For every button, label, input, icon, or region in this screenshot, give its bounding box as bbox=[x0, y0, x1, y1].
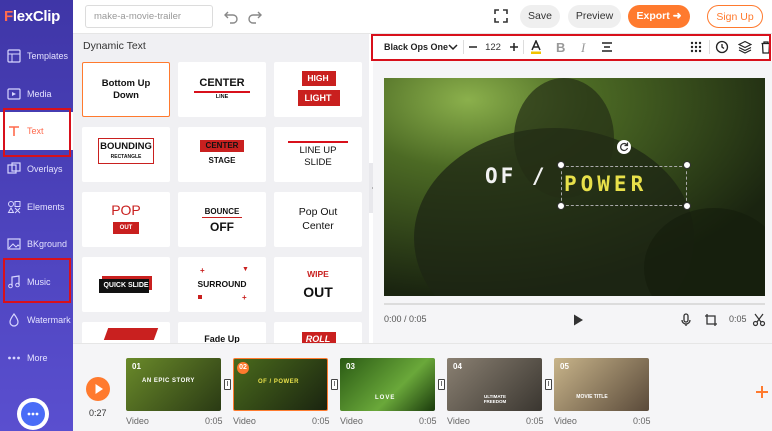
sidebar-item-label: Overlays bbox=[27, 164, 63, 174]
clip-duration-label: 0:05 bbox=[633, 416, 651, 426]
clip-duration-label: 0:05 bbox=[205, 416, 223, 426]
resize-handle[interactable] bbox=[683, 202, 691, 210]
sidebar-item-templates[interactable]: Templates bbox=[0, 37, 73, 75]
clip-type-label: Video bbox=[447, 416, 470, 426]
timeline-clip-1[interactable]: 01 AN EPIC STORY bbox=[126, 358, 221, 411]
clip-type-label: Video bbox=[554, 416, 577, 426]
more-icon bbox=[8, 356, 20, 360]
top-bar: make-a-movie-trailer Save Preview Export… bbox=[73, 0, 772, 34]
project-name-input[interactable]: make-a-movie-trailer bbox=[85, 5, 213, 28]
highlight-box-text bbox=[3, 108, 71, 157]
overlays-icon bbox=[7, 162, 21, 174]
background-icon bbox=[7, 238, 21, 250]
clip-duration-label: 0:05 bbox=[419, 416, 437, 426]
arrow-right-icon: ➜ bbox=[672, 10, 682, 22]
time-readout: 0:00 / 0:05 bbox=[384, 314, 427, 324]
text-template-bounce-off[interactable]: BOUNCE OFF bbox=[178, 192, 266, 247]
timeline-clip-3[interactable]: 03 LOVE bbox=[340, 358, 435, 411]
elements-icon bbox=[7, 201, 21, 214]
play-icon bbox=[95, 384, 103, 394]
resize-handle[interactable] bbox=[683, 161, 691, 169]
title-text-left[interactable]: OF / bbox=[485, 164, 548, 188]
text-template-surround[interactable]: + ▼ SURROUND + bbox=[178, 257, 266, 312]
text-template-quick-slide[interactable]: QUICK SLIDE bbox=[82, 257, 170, 312]
text-template-bottom-up-down[interactable]: Bottom Up Down bbox=[82, 62, 170, 117]
clip-type-label: Video bbox=[126, 416, 149, 426]
transition-marker[interactable]: I bbox=[331, 379, 338, 390]
text-template-wipe-out[interactable]: WIPE OUT bbox=[274, 257, 362, 312]
sidebar-item-label: Templates bbox=[27, 51, 69, 61]
crop-icon[interactable] bbox=[704, 313, 718, 327]
text-template-roll[interactable]: ROLL bbox=[274, 322, 362, 343]
playback-scrubber[interactable] bbox=[384, 303, 765, 305]
clip-duration-label: 0:05 bbox=[526, 416, 544, 426]
timeline-clip-2[interactable]: 02 OF / POWER bbox=[233, 358, 328, 411]
sidebar-item-label: Watermark bbox=[27, 315, 71, 325]
sidebar: FlexClip Templates Media Text Overlays E… bbox=[0, 0, 73, 431]
total-duration: 0:27 bbox=[89, 408, 107, 418]
sign-up-button[interactable]: Sign Up bbox=[707, 5, 763, 28]
chat-button[interactable] bbox=[17, 398, 49, 430]
highlight-box-music bbox=[3, 258, 71, 303]
sidebar-item-label: Media bbox=[27, 89, 52, 99]
text-template-bounding-rectangle[interactable]: BOUNDING RECTANGLE bbox=[82, 127, 170, 182]
video-preview[interactable]: OF / POWER bbox=[384, 78, 765, 296]
text-template-fade-up[interactable]: Fade Up bbox=[178, 322, 266, 343]
text-template-row5-1[interactable] bbox=[82, 322, 170, 343]
timeline-play-button[interactable] bbox=[86, 377, 110, 401]
media-icon bbox=[7, 88, 21, 100]
clip-type-label: Video bbox=[340, 416, 363, 426]
highlight-box-toolbar bbox=[371, 34, 771, 61]
text-template-pop-out-center[interactable]: Pop Out Center bbox=[274, 192, 362, 247]
transition-marker[interactable]: I bbox=[545, 379, 552, 390]
text-template-center-line[interactable]: CENTER LINE bbox=[178, 62, 266, 117]
redo-icon[interactable] bbox=[247, 8, 263, 24]
fullscreen-icon[interactable] bbox=[494, 9, 508, 23]
export-button[interactable]: Export ➜ bbox=[628, 5, 690, 28]
sidebar-item-label: More bbox=[27, 353, 48, 363]
rotate-icon bbox=[620, 142, 629, 152]
timeline-clip-5[interactable]: 05 MOVIE TITLE bbox=[554, 358, 649, 411]
clip-duration: 0:05 bbox=[729, 314, 747, 324]
watermark-icon bbox=[9, 313, 19, 327]
sidebar-item-elements[interactable]: Elements bbox=[0, 188, 73, 226]
text-template-center-stage[interactable]: CENTER STAGE bbox=[178, 127, 266, 182]
text-template-line-up-slide[interactable]: LINE UP SLIDE bbox=[274, 127, 362, 182]
preview-button[interactable]: Preview bbox=[568, 5, 621, 28]
sidebar-item-more[interactable]: More bbox=[0, 339, 73, 377]
chat-icon bbox=[27, 412, 39, 416]
text-template-high-light[interactable]: HIGH LIGHT bbox=[274, 62, 362, 117]
text-panel: Dynamic Text Bottom Up Down CENTER LINE … bbox=[73, 34, 369, 343]
scissors-icon[interactable] bbox=[752, 313, 766, 327]
templates-icon bbox=[7, 49, 21, 63]
sidebar-item-label: BKground bbox=[27, 239, 68, 249]
resize-handle[interactable] bbox=[557, 161, 565, 169]
resize-handle[interactable] bbox=[557, 202, 565, 210]
text-template-pop-out[interactable]: POP OUT bbox=[82, 192, 170, 247]
rotate-handle[interactable] bbox=[617, 140, 631, 154]
sidebar-item-watermark[interactable]: Watermark bbox=[0, 301, 73, 339]
transition-marker[interactable]: I bbox=[438, 379, 445, 390]
save-button[interactable]: Save bbox=[520, 5, 560, 28]
panel-title: Dynamic Text bbox=[83, 40, 146, 52]
microphone-icon[interactable] bbox=[679, 313, 693, 327]
timeline-clip-4[interactable]: 04 ULTIMATE FREEDOM bbox=[447, 358, 542, 411]
selection-box[interactable] bbox=[561, 166, 687, 206]
flexclip-logo[interactable]: FlexClip bbox=[4, 8, 60, 25]
clip-duration-label: 0:05 bbox=[312, 416, 330, 426]
play-icon[interactable] bbox=[571, 313, 585, 327]
undo-icon[interactable] bbox=[223, 8, 239, 24]
add-clip-icon[interactable] bbox=[755, 385, 769, 399]
sidebar-item-label: Elements bbox=[27, 202, 65, 212]
clip-type-label: Video bbox=[233, 416, 256, 426]
transition-marker[interactable]: I bbox=[224, 379, 231, 390]
